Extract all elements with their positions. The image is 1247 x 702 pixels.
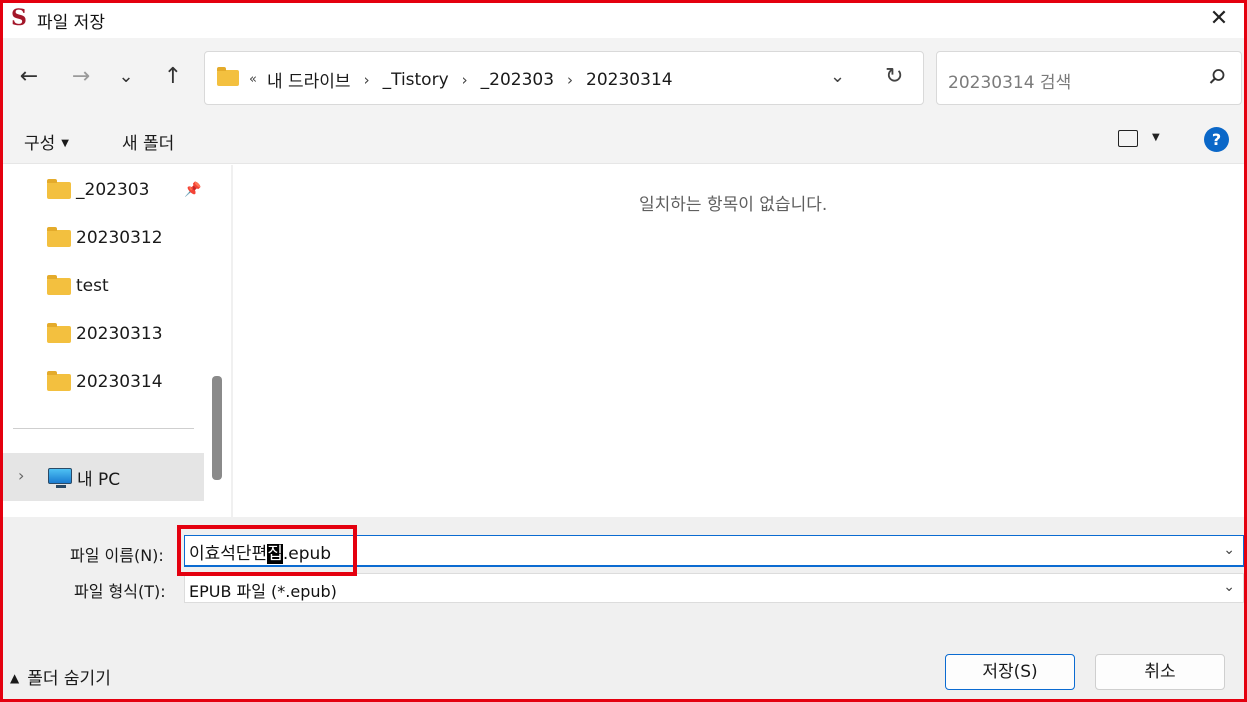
scrollbar-thumb[interactable] xyxy=(212,376,222,480)
organize-button[interactable]: 구성 ▼ xyxy=(24,129,69,154)
file-name-label: 파일 이름(N): xyxy=(70,546,164,565)
computer-icon xyxy=(48,468,72,488)
forward-button[interactable]: → xyxy=(66,62,96,92)
chevron-right-icon[interactable]: › xyxy=(18,466,24,485)
up-button[interactable]: ↑ xyxy=(158,62,188,92)
file-name-selection: 집 xyxy=(267,544,283,564)
new-folder-button[interactable]: 새 폴더 xyxy=(122,129,174,154)
file-type-label: 파일 형식(T): xyxy=(74,582,166,601)
folder-icon xyxy=(47,226,71,247)
file-name-text: 이효석단편 xyxy=(189,544,268,564)
organize-label: 구성 xyxy=(24,134,56,154)
tree-item-label: 20230313 xyxy=(76,324,163,344)
breadcrumb-item[interactable]: 내 드라이브 xyxy=(267,67,351,92)
chevron-down-icon[interactable]: ⌄ xyxy=(1223,542,1235,558)
caret-down-icon: ▼ xyxy=(61,138,69,149)
hide-folders-label: 폴더 숨기기 xyxy=(27,669,111,689)
view-mode-icon[interactable] xyxy=(1118,130,1138,147)
app-logo-icon: S xyxy=(11,5,27,31)
tree-item-label: _202303 xyxy=(76,180,150,200)
pane-divider[interactable] xyxy=(231,165,233,517)
tree-item-label: 20230314 xyxy=(76,372,163,392)
folder-icon xyxy=(47,274,71,295)
tree-item-this-pc[interactable]: › 내 PC xyxy=(3,453,204,501)
title-bar: S 파일 저장 ✕ xyxy=(0,0,1247,38)
caret-down-icon[interactable]: ▼ xyxy=(1152,132,1160,143)
cancel-button[interactable]: 취소 xyxy=(1095,654,1225,690)
recent-locations-button[interactable]: ⌄ xyxy=(111,62,141,92)
hide-folders-button[interactable]: ▲ 폴더 숨기기 xyxy=(10,664,111,689)
breadcrumb-separator-icon[interactable]: › xyxy=(567,71,573,89)
empty-message: 일치하는 항목이 없습니다. xyxy=(639,195,828,215)
tree-item[interactable]: 20230312 xyxy=(3,214,203,262)
address-bar[interactable]: « 내 드라이브 › _Tistory › _202303 › 20230314… xyxy=(204,51,924,105)
breadcrumb-separator-icon[interactable]: › xyxy=(462,71,468,89)
folder-icon xyxy=(47,178,71,199)
search-icon[interactable] xyxy=(1207,67,1227,87)
navigation-bar: ← → ⌄ ↑ « 내 드라이브 › _Tistory › _202303 › … xyxy=(0,38,1247,118)
breadcrumb-separator-icon[interactable]: › xyxy=(364,71,370,89)
file-name-value: 이효석단편집.epub xyxy=(189,539,331,564)
tree-item[interactable]: 20230314 xyxy=(3,358,203,406)
breadcrumb-item[interactable]: 20230314 xyxy=(586,70,673,90)
tree-item-label: 내 PC xyxy=(77,470,121,490)
refresh-icon[interactable]: ↻ xyxy=(885,64,903,89)
folder-icon xyxy=(47,370,71,391)
breadcrumb-item[interactable]: _Tistory xyxy=(383,70,449,90)
tree-item[interactable]: test xyxy=(3,262,203,310)
search-input[interactable]: 20230314 검색 xyxy=(936,51,1242,105)
chevron-up-icon: ▲ xyxy=(10,671,20,685)
help-icon[interactable]: ? xyxy=(1204,127,1229,152)
folder-icon xyxy=(47,322,71,343)
navigation-pane: _202303 📌 20230312 test 20230313 2023031… xyxy=(3,165,231,517)
close-button[interactable]: ✕ xyxy=(1201,2,1237,36)
chevron-down-icon[interactable]: ⌄ xyxy=(1223,579,1235,595)
tree-item-label: 20230312 xyxy=(76,228,163,248)
file-type-value: EPUB 파일 (*.epub) xyxy=(189,582,337,601)
file-name-input[interactable]: 이효석단편집.epub ⌄ xyxy=(184,535,1244,567)
chevron-down-icon[interactable]: ⌄ xyxy=(830,66,845,87)
file-type-select[interactable]: EPUB 파일 (*.epub) ⌄ xyxy=(184,573,1244,603)
tree-item[interactable]: _202303 📌 xyxy=(3,166,203,214)
pin-icon[interactable]: 📌 xyxy=(184,182,201,198)
window-title: 파일 저장 xyxy=(37,13,105,33)
breadcrumb: « 내 드라이브 › _Tistory › _202303 › 20230314 xyxy=(249,67,673,93)
tree-item[interactable]: 20230313 xyxy=(3,310,203,358)
back-button[interactable]: ← xyxy=(14,62,44,92)
search-placeholder: 20230314 검색 xyxy=(948,73,1072,93)
command-bar: 구성 ▼ 새 폴더 ▼ ? xyxy=(0,118,1247,164)
save-button[interactable]: 저장(S) xyxy=(945,654,1075,690)
folder-icon xyxy=(217,67,239,86)
breadcrumb-overflow[interactable]: « xyxy=(249,72,257,87)
tree-item-label: test xyxy=(76,276,109,296)
divider xyxy=(13,428,194,429)
file-name-extension: .epub xyxy=(282,544,332,564)
breadcrumb-item[interactable]: _202303 xyxy=(481,70,554,90)
